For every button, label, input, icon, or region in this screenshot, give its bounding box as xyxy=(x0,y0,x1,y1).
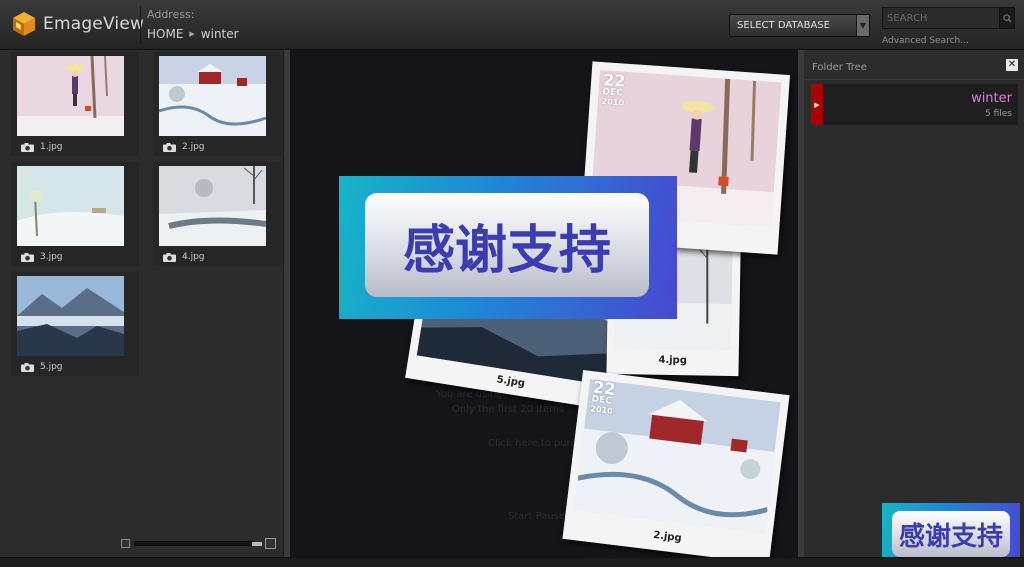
folder-item-winter[interactable]: ▶ winter 5 files xyxy=(811,84,1018,125)
folder-tree-title: Folder Tree xyxy=(812,62,867,73)
thumbnail-item[interactable]: 3.jpg xyxy=(11,162,139,266)
thumbnail-filename: 5.jpg xyxy=(40,362,63,372)
thumbnail-filename: 2.jpg xyxy=(182,142,205,152)
database-select-label: SELECT DATABASE xyxy=(737,20,830,31)
photo-label: 4.jpg xyxy=(658,354,688,367)
thumbnail-image xyxy=(159,166,266,246)
camera-icon xyxy=(21,252,34,262)
camera-icon xyxy=(163,142,176,152)
camera-icon xyxy=(21,142,34,152)
zoom-out-icon[interactable] xyxy=(121,539,130,548)
thumbnail-caption: 5.jpg xyxy=(21,362,63,372)
photo-date-year: 2010 xyxy=(601,97,625,108)
app-title: EmageView xyxy=(43,14,145,34)
chevron-down-icon[interactable]: ▼ xyxy=(856,15,869,36)
address-label: Address: xyxy=(147,8,195,21)
thumbnail-caption: 1.jpg xyxy=(21,142,63,152)
advanced-search-link[interactable]: Advanced Search... xyxy=(882,36,969,46)
thumbnail-caption: 4.jpg xyxy=(163,252,205,262)
thumbnail-image xyxy=(159,56,266,136)
photo-card[interactable]: 22 DEC 2010 2.jpg xyxy=(562,369,790,565)
top-bar: EmageView Address: HOME ▶ winter SELECT … xyxy=(0,0,1024,50)
breadcrumb: HOME ▶ winter xyxy=(147,27,239,41)
thumbnail-item[interactable]: 2.jpg xyxy=(153,52,281,156)
zoom-in-icon[interactable] xyxy=(265,538,276,549)
thumbnail-filename: 4.jpg xyxy=(182,252,205,262)
header-divider xyxy=(140,6,141,44)
status-bar xyxy=(0,557,1024,567)
breadcrumb-home[interactable]: HOME xyxy=(147,27,183,41)
search-input[interactable] xyxy=(882,7,1000,29)
thumbnail-filename: 3.jpg xyxy=(40,252,63,262)
folder-name: winter xyxy=(971,91,1012,106)
camera-icon xyxy=(163,252,176,262)
close-icon[interactable]: ✕ xyxy=(1006,59,1018,71)
slideshow-controls[interactable]: Start Pause xyxy=(508,511,565,522)
app-window: EmageView Address: HOME ▶ winter SELECT … xyxy=(0,0,1024,567)
thumbnail-image xyxy=(17,166,124,246)
zoom-slider-handle[interactable] xyxy=(252,542,262,546)
thumbnail-item[interactable]: 5.jpg xyxy=(11,272,139,376)
thumbnail-panel: 1.jpg 2.jpg 3.jpg 4.jpg 5.jpg xyxy=(0,50,284,557)
app-logo[interactable]: EmageView xyxy=(10,10,144,38)
breadcrumb-winter[interactable]: winter xyxy=(201,27,239,41)
database-select[interactable]: SELECT DATABASE ▼ xyxy=(729,14,870,37)
corner-support-text: 感谢支持 xyxy=(892,511,1010,557)
search-icon xyxy=(1002,13,1012,23)
support-banner: 感谢支持 xyxy=(339,176,677,319)
search-box xyxy=(878,4,1018,34)
folder-file-count: 5 files xyxy=(985,109,1012,119)
camera-icon xyxy=(21,362,34,372)
logo-icon xyxy=(13,12,35,36)
thumbnail-image xyxy=(17,56,124,136)
thumbnail-item[interactable]: 1.jpg xyxy=(11,52,139,156)
thumbnail-caption: 2.jpg xyxy=(163,142,205,152)
thumbnail-caption: 3.jpg xyxy=(21,252,63,262)
trial-notice-limit: Only the first 20 items xyxy=(452,404,565,415)
photo-viewer: You are using Only the first 20 items Cl… xyxy=(290,50,798,565)
folder-expand-icon[interactable]: ▶ xyxy=(811,84,823,125)
thumbnail-item[interactable]: 4.jpg xyxy=(153,162,281,266)
thumbnail-filename: 1.jpg xyxy=(40,142,63,152)
divider xyxy=(804,79,1024,80)
purchase-link[interactable]: Click here to purc xyxy=(488,438,576,449)
support-banner-text: 感谢支持 xyxy=(365,193,649,297)
folder-tree-panel: Folder Tree ✕ ▶ winter 5 files xyxy=(804,50,1024,557)
breadcrumb-arrow-icon: ▶ xyxy=(189,30,195,38)
search-button[interactable] xyxy=(999,7,1015,29)
thumbnail-image xyxy=(17,276,124,356)
zoom-slider[interactable] xyxy=(134,541,254,546)
